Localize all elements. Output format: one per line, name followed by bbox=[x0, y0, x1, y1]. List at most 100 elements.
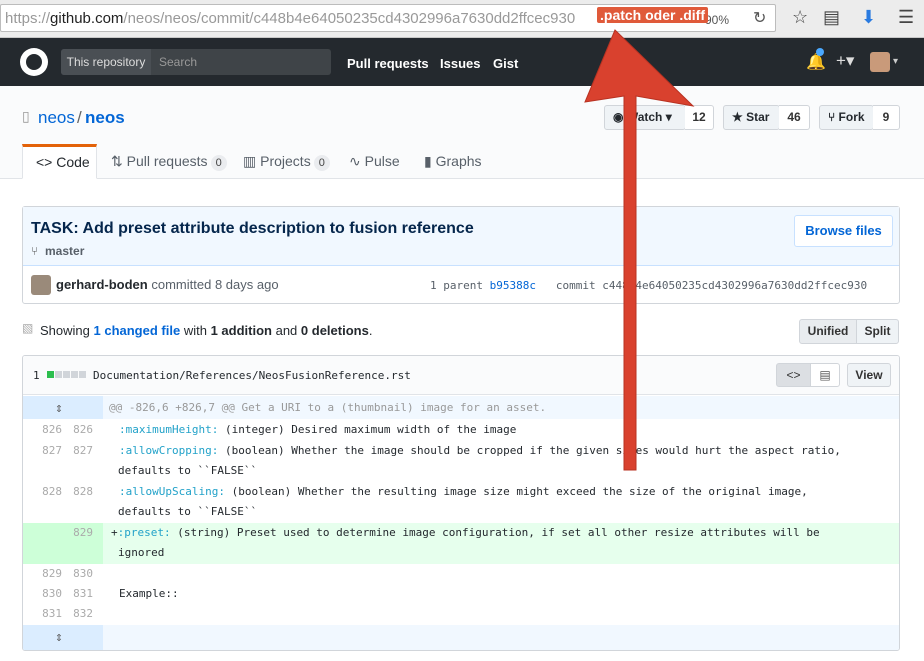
browse-files-button[interactable]: Browse files bbox=[794, 215, 893, 247]
expand-down-icon[interactable]: ⇕ bbox=[55, 628, 63, 648]
diff-summary-text: Showing 1 changed file with 1 addition a… bbox=[40, 323, 373, 338]
view-file-button[interactable]: View bbox=[847, 363, 891, 387]
line-code: :maximumHeight: (integer) Desired maximu… bbox=[119, 423, 517, 436]
author-avatar[interactable] bbox=[31, 275, 51, 295]
url-text: https://github.com/neos/neos/commit/c448… bbox=[5, 10, 576, 27]
diff-line: 828 828 :allowUpScaling: (boolean) Wheth… bbox=[23, 482, 899, 523]
code-icon: <> bbox=[36, 154, 53, 170]
star-button[interactable]: ★ Star bbox=[723, 105, 780, 130]
diff-view-toggle: Unified Split bbox=[799, 319, 899, 344]
commit-header: TASK: Add preset attribute description t… bbox=[23, 207, 899, 266]
github-logo-icon[interactable] bbox=[20, 48, 48, 76]
commit-title: TASK: Add preset attribute description t… bbox=[31, 220, 474, 237]
file-change-count: 1 bbox=[33, 369, 40, 382]
diffstat-neutral bbox=[79, 371, 86, 378]
repo-owner-link[interactable]: neos bbox=[38, 108, 75, 128]
parent-sha-link[interactable]: b95388c bbox=[490, 279, 536, 292]
github-header: This repository Search Pull requests Iss… bbox=[0, 38, 924, 86]
file-path[interactable]: Documentation/References/NeosFusionRefer… bbox=[93, 369, 411, 382]
reload-icon[interactable]: ↻ bbox=[753, 8, 766, 28]
user-avatar[interactable] bbox=[870, 52, 890, 72]
hunk-gutter bbox=[23, 396, 103, 419]
split-button[interactable]: Split bbox=[856, 319, 899, 344]
tab-graphs[interactable]: ▮ Graphs bbox=[424, 144, 482, 179]
file-diff-icon: ▧ bbox=[22, 321, 34, 335]
line-code-wrap: ignored bbox=[118, 546, 165, 559]
star-icon: ★ bbox=[732, 110, 743, 124]
search-box[interactable]: This repository Search bbox=[61, 49, 331, 75]
pulse-icon: ∿ bbox=[349, 153, 361, 169]
nav-pull-requests[interactable]: Pull requests bbox=[347, 56, 429, 71]
fork-icon: ⑂ bbox=[828, 110, 836, 124]
diff-summary: ▧ Showing 1 changed file with 1 addition… bbox=[22, 318, 900, 344]
reading-list-icon[interactable]: ▤ bbox=[823, 7, 840, 28]
repo-header: ▯ neos / neos ◉ Watch ▾ 12 ★ Star 46 ⑂ F… bbox=[0, 86, 924, 179]
tab-pull-requests[interactable]: ⇅ Pull requests 0 bbox=[111, 144, 227, 179]
graph-icon: ▮ bbox=[424, 153, 432, 169]
fork-count[interactable]: 9 bbox=[873, 105, 900, 130]
avatar-dropdown-icon[interactable]: ▾ bbox=[893, 56, 898, 67]
line-code: Example:: bbox=[119, 587, 179, 600]
diff-line: 830 831 Example:: bbox=[23, 584, 899, 604]
expand-up-icon[interactable]: ⇕ bbox=[55, 399, 63, 419]
branch-name[interactable]: master bbox=[45, 244, 84, 258]
new-line-number[interactable]: 828 bbox=[53, 482, 93, 502]
star-count[interactable]: 46 bbox=[779, 105, 810, 130]
file-header: 1 Documentation/References/NeosFusionRef… bbox=[23, 356, 899, 395]
diffstat-neutral bbox=[71, 371, 78, 378]
tab-projects[interactable]: ▥ Projects 0 bbox=[243, 144, 330, 179]
hunk-header: ⇕ @@ -826,6 +826,7 @@ Get a URI to a (th… bbox=[23, 396, 899, 419]
tab-code[interactable]: <> Code bbox=[22, 144, 97, 179]
browser-toolbar: https://github.com/neos/neos/commit/c448… bbox=[0, 0, 924, 38]
diff-line: 827 827 :allowCropping: (boolean) Whethe… bbox=[23, 441, 899, 482]
hunk-gutter bbox=[23, 625, 103, 650]
author-link[interactable]: gerhard-boden bbox=[56, 277, 148, 292]
commit-box: TASK: Add preset attribute description t… bbox=[22, 206, 900, 304]
diffstat-neutral bbox=[63, 371, 70, 378]
source-view-icon[interactable]: <> bbox=[776, 363, 811, 387]
create-new-icon[interactable]: +▾ bbox=[836, 51, 854, 71]
changed-files-link[interactable]: 1 changed file bbox=[94, 323, 181, 338]
bookmark-star-icon[interactable]: ☆ bbox=[792, 7, 808, 28]
patch-diff-annotation: .patch oder .diff bbox=[597, 7, 708, 23]
tab-pulse[interactable]: ∿ Pulse bbox=[349, 144, 400, 179]
hunk-footer: ⇕ bbox=[23, 625, 899, 650]
rich-view-icon[interactable]: ▤ bbox=[810, 363, 840, 387]
new-line-number[interactable]: 829 bbox=[53, 523, 93, 543]
projects-count: 0 bbox=[313, 155, 330, 171]
notification-indicator bbox=[816, 48, 824, 56]
new-line-number[interactable]: 832 bbox=[53, 604, 93, 624]
commit-meta: 1 parent b95388c commit c448b4e64050235c… bbox=[430, 279, 868, 292]
watch-button[interactable]: ◉ Watch ▾ bbox=[604, 105, 686, 130]
nav-issues[interactable]: Issues bbox=[440, 56, 480, 71]
pull-requests-count: 0 bbox=[210, 155, 227, 171]
search-input[interactable]: Search bbox=[159, 49, 197, 75]
new-line-number[interactable]: 827 bbox=[53, 441, 93, 461]
notification-bell-icon[interactable]: 🔔 bbox=[806, 52, 826, 72]
diffstat-neutral bbox=[55, 371, 62, 378]
new-line-number[interactable]: 826 bbox=[53, 420, 93, 440]
hunk-text: @@ -826,6 +826,7 @@ Get a URI to a (thum… bbox=[109, 401, 547, 414]
eye-icon: ◉ bbox=[613, 110, 624, 124]
diff-line-added: 829 +:preset: (string) Preset used to de… bbox=[23, 523, 899, 564]
line-code-wrap: defaults to ``FALSE`` bbox=[118, 464, 258, 477]
download-icon[interactable]: ⬇ bbox=[861, 7, 876, 28]
diff-line: 826 826 :maximumHeight: (integer) Desire… bbox=[23, 420, 899, 440]
line-code: :allowUpScaling: (boolean) Whether the r… bbox=[119, 485, 808, 498]
repo-name-link[interactable]: neos bbox=[85, 108, 125, 128]
repo-separator: / bbox=[77, 108, 82, 127]
zoom-level[interactable]: 90% bbox=[705, 13, 729, 27]
file-diff: 1 Documentation/References/NeosFusionRef… bbox=[22, 355, 900, 651]
new-line-number[interactable]: 831 bbox=[53, 584, 93, 604]
commit-author-line: gerhard-boden committed 8 days ago bbox=[56, 277, 279, 292]
line-code: :allowCropping: (boolean) Whether the im… bbox=[119, 444, 841, 457]
commit-sha: c448b4e64050235cd4302996a7630dd2ffcec930 bbox=[602, 279, 868, 292]
nav-gist[interactable]: Gist bbox=[493, 56, 518, 71]
unified-button[interactable]: Unified bbox=[799, 319, 857, 344]
new-line-number[interactable]: 830 bbox=[53, 564, 93, 584]
watch-count[interactable]: 12 bbox=[685, 105, 714, 130]
fork-button[interactable]: ⑂ Fork bbox=[819, 105, 874, 130]
diff-line: 831 832 bbox=[23, 604, 899, 624]
diff-line: 829 830 bbox=[23, 564, 899, 584]
menu-icon[interactable]: ☰ bbox=[898, 7, 914, 28]
